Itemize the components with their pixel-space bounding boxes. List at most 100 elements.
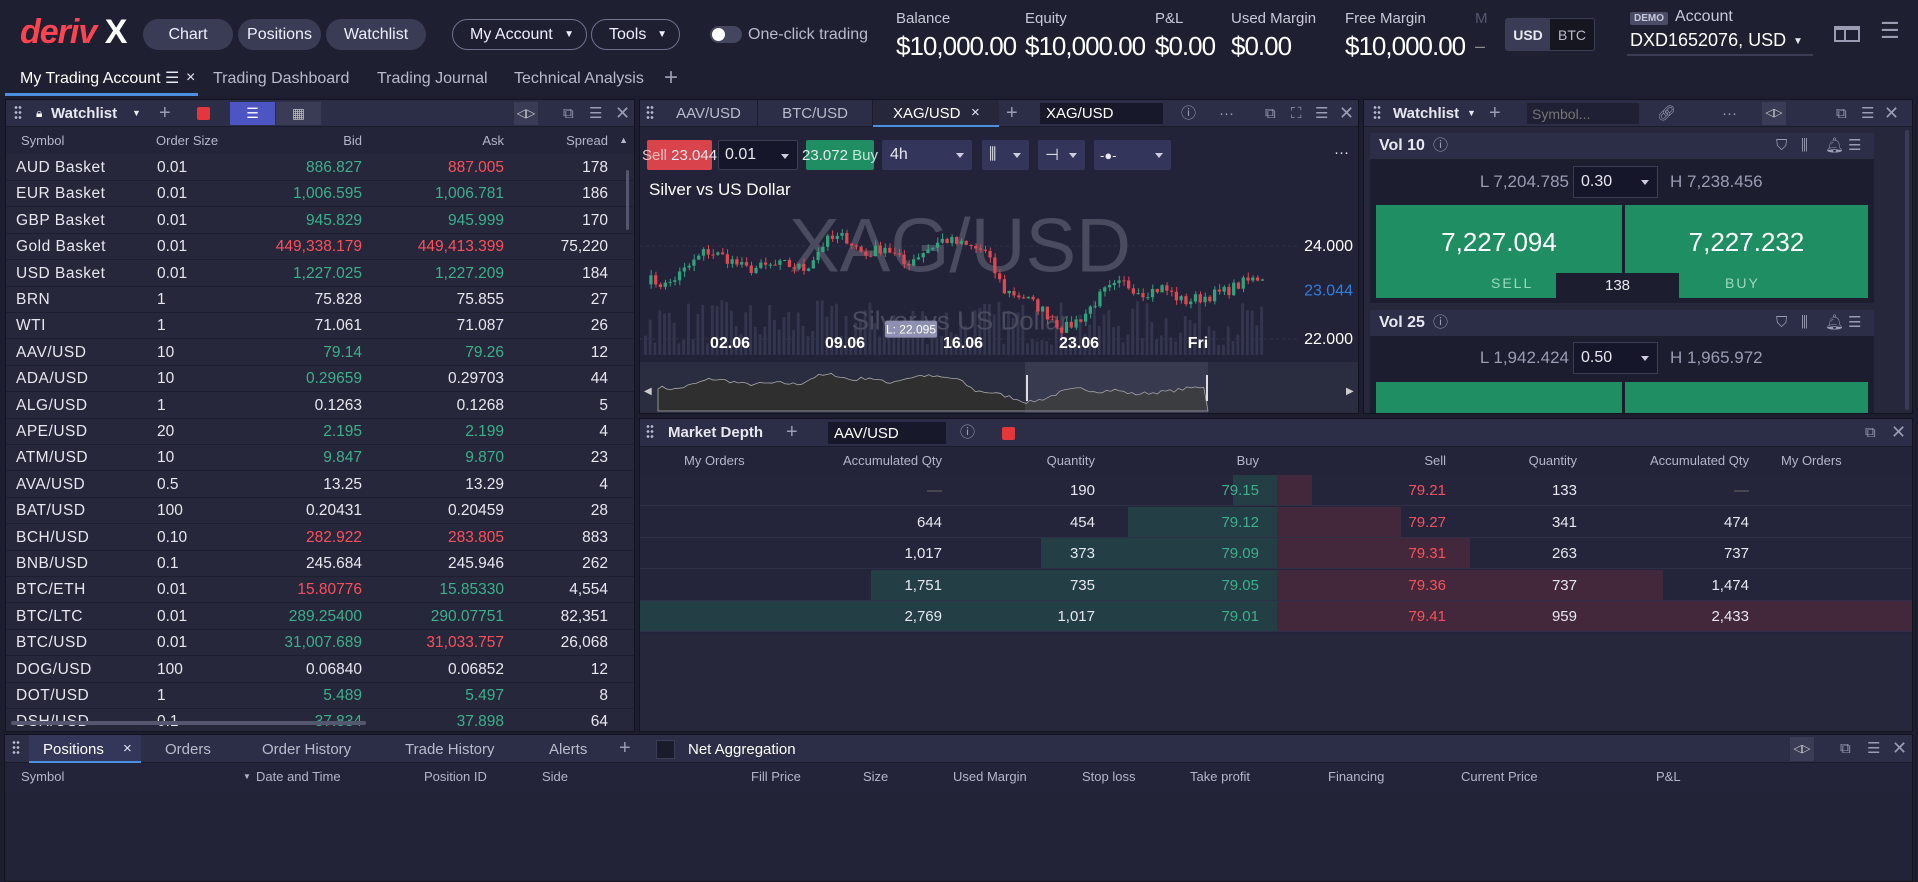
sell-price[interactable]: 79.41 <box>1408 608 1446 625</box>
hamburger-icon[interactable]: ☰ <box>1867 735 1880 762</box>
ask-price[interactable]: 2.199 <box>465 423 504 441</box>
watchlist-row[interactable]: DOG/USD 100 0.06840 0.06852 12 <box>6 657 634 683</box>
caret-down-icon[interactable]: ▼ <box>1467 108 1476 118</box>
info-icon[interactable]: ⓘ <box>960 419 975 446</box>
more-icon[interactable]: ··· <box>1722 100 1737 127</box>
net-aggregation-checkbox[interactable] <box>656 740 675 759</box>
chart-type-button[interactable]: ⫼ <box>982 140 1029 170</box>
quantity-select[interactable]: 0.30 <box>1573 166 1658 198</box>
bid-price[interactable]: 5.489 <box>323 687 362 705</box>
close-icon[interactable]: ✕ <box>1891 419 1906 446</box>
col-take-profit[interactable]: Take profit <box>1190 769 1250 784</box>
add-icon[interactable]: + <box>159 100 171 127</box>
add-tab-icon[interactable]: + <box>664 64 678 92</box>
nav-watchlist-button[interactable]: Watchlist <box>326 19 426 50</box>
order-size[interactable]: 1 <box>157 687 166 705</box>
trade-watchlist-title[interactable]: Watchlist <box>1393 105 1459 122</box>
bid-price[interactable]: 282.922 <box>306 529 362 547</box>
watchlist-row[interactable]: AVA/USD 0.5 13.25 13.29 4 <box>6 472 634 498</box>
tab-trading-journal[interactable]: Trading Journal <box>377 70 488 88</box>
horizontal-scrollbar[interactable] <box>11 721 366 725</box>
close-icon[interactable]: ✕ <box>615 100 630 127</box>
info-icon[interactable]: ⓘ <box>1181 100 1196 127</box>
close-icon[interactable]: ✕ <box>1339 100 1354 127</box>
shield-icon[interactable]: ⛉ <box>1776 133 1787 159</box>
nav-positions-button[interactable]: Positions <box>238 19 321 50</box>
tab-menu-icon[interactable]: ☰ <box>165 68 179 88</box>
col-order-size[interactable]: Order Size <box>156 133 218 148</box>
popout-icon[interactable]: ⧉ <box>1265 100 1276 127</box>
bid-price[interactable]: 1,006.595 <box>293 185 362 203</box>
one-click-toggle[interactable] <box>710 26 742 43</box>
col-bid[interactable]: Bid <box>343 133 362 148</box>
chart-tab-aav-usd[interactable]: AAV/USD <box>660 100 758 127</box>
sell-price[interactable]: 79.27 <box>1408 514 1446 531</box>
sell-button[interactable]: Sell 23.044 <box>642 140 717 170</box>
add-icon[interactable]: + <box>786 419 798 446</box>
order-size[interactable]: 0.01 <box>157 581 187 599</box>
popout-icon[interactable]: ⧉ <box>1836 100 1847 127</box>
drag-handle-icon[interactable] <box>12 740 20 756</box>
hamburger-icon[interactable]: ☰ <box>589 100 602 127</box>
layout-icon[interactable] <box>1834 26 1860 42</box>
ask-price[interactable]: 13.29 <box>465 476 504 494</box>
ask-price[interactable]: 9.870 <box>465 449 504 467</box>
bid-price[interactable]: 245.684 <box>306 555 362 573</box>
popout-icon[interactable]: ⧉ <box>1840 735 1851 762</box>
order-size[interactable]: 0.01 <box>157 159 187 177</box>
more-icon[interactable]: ··· <box>1219 100 1234 127</box>
bid-price[interactable]: 71.061 <box>315 317 362 335</box>
buy-price[interactable]: 79.09 <box>1221 545 1259 562</box>
order-size[interactable]: 10 <box>157 449 174 467</box>
bid-price[interactable]: 1,227.025 <box>293 265 362 283</box>
order-size[interactable]: 0.01 <box>157 265 187 283</box>
menu-icon[interactable]: ☰ <box>1880 18 1900 44</box>
toolbar-more-icon[interactable]: ··· <box>1334 144 1349 161</box>
watchlist-row[interactable]: AUD Basket 0.01 886.827 887.005 178 <box>6 155 634 181</box>
split-icon[interactable]: ◁▷ <box>1762 102 1786 125</box>
order-size[interactable]: 100 <box>157 502 183 520</box>
popout-icon[interactable]: ⧉ <box>1865 419 1876 446</box>
ask-price[interactable]: 15.85330 <box>439 581 504 599</box>
order-size[interactable]: 0.10 <box>157 529 187 547</box>
order-size[interactable]: 10 <box>157 370 174 388</box>
col-size[interactable]: Size <box>863 769 888 784</box>
tab-technical-analysis[interactable]: Technical Analysis <box>514 70 644 88</box>
drag-handle-icon[interactable] <box>646 105 654 121</box>
ask-price[interactable]: 75.855 <box>457 291 504 309</box>
col-side[interactable]: Side <box>542 769 568 784</box>
bid-price[interactable]: 289.25400 <box>289 608 362 626</box>
bid-price[interactable]: 886.827 <box>306 159 362 177</box>
bell-icon[interactable]: 🔔︎ <box>1825 310 1844 336</box>
close-icon[interactable]: × <box>186 69 195 87</box>
watchlist-row[interactable]: ADA/USD 10 0.29659 0.29703 44 <box>6 366 634 393</box>
buy-price[interactable]: 79.15 <box>1221 482 1259 499</box>
buy-button[interactable]: 23.072 Buy <box>802 140 878 170</box>
hamburger-icon[interactable]: ☰ <box>1848 133 1861 159</box>
fullscreen-icon[interactable]: ⛶ <box>1291 100 1302 127</box>
watchlist-row[interactable]: EUR Basket 0.01 1,006.595 1,006.781 186 <box>6 181 634 208</box>
drag-handle-icon[interactable] <box>646 424 654 440</box>
split-icon[interactable]: ◁▷ <box>514 102 538 125</box>
hamburger-icon[interactable]: ☰ <box>1315 100 1328 127</box>
tab-trade-history[interactable]: Trade History <box>405 741 494 758</box>
bid-price[interactable]: 79.14 <box>323 344 362 362</box>
col-position-id[interactable]: Position ID <box>424 769 487 784</box>
order-size[interactable]: 0.5 <box>157 476 179 494</box>
split-icon[interactable]: ◁▷ <box>1790 737 1814 761</box>
chart-icon[interactable]: ⫼ <box>1801 133 1808 159</box>
buy-button[interactable] <box>1625 382 1868 413</box>
ask-price[interactable]: 79.26 <box>465 344 504 362</box>
bid-price[interactable]: 0.20431 <box>306 502 362 520</box>
info-icon[interactable]: ⓘ <box>1433 310 1448 336</box>
caret-down-icon[interactable]: ▼ <box>132 108 141 118</box>
watchlist-row[interactable]: BNB/USD 0.1 245.684 245.946 262 <box>6 551 634 577</box>
watchlist-row[interactable]: BAT/USD 100 0.20431 0.20459 28 <box>6 498 634 525</box>
sell-price[interactable]: 79.31 <box>1408 545 1446 562</box>
ask-price[interactable]: 71.087 <box>457 317 504 335</box>
bid-price[interactable]: 945.829 <box>306 212 362 230</box>
order-size[interactable]: 0.01 <box>157 608 187 626</box>
watchlist-row[interactable]: BRN 1 75.828 75.855 27 <box>6 287 634 313</box>
bid-price[interactable]: 15.80776 <box>297 581 362 599</box>
vertical-scrollbar[interactable] <box>1905 130 1909 410</box>
